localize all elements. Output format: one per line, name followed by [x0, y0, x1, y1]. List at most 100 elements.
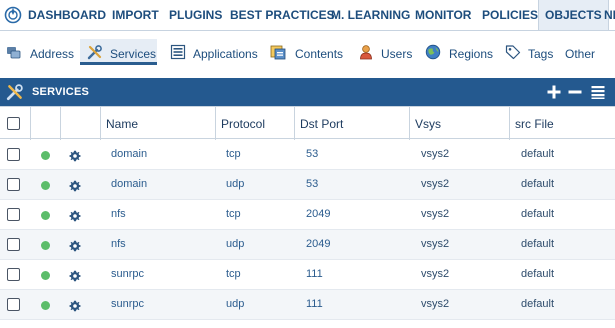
- tab-contents[interactable]: Contents: [270, 39, 344, 65]
- nav-best-practices[interactable]: BEST PRACTICES: [230, 8, 335, 22]
- select-all-checkbox[interactable]: [7, 117, 20, 130]
- status-enabled-indicator: [41, 301, 50, 310]
- column-header-protocol[interactable]: Protocol: [221, 117, 265, 131]
- status-enabled-indicator: [41, 271, 50, 280]
- tab-other-label: Other: [565, 47, 596, 61]
- cell-src-file: default: [521, 148, 555, 160]
- nav-plugins[interactable]: PLUGINS: [169, 8, 222, 22]
- nav-monitor[interactable]: MONITOR: [415, 8, 471, 22]
- tab-users[interactable]: Users: [358, 39, 413, 65]
- services-icon: [87, 45, 102, 60]
- cell-vsys: vsys2: [421, 268, 450, 280]
- column-divider: [294, 107, 295, 140]
- nav-import[interactable]: IMPORT: [112, 8, 159, 22]
- cell-src-file: default: [521, 268, 555, 280]
- cell-protocol: udp: [226, 298, 245, 310]
- row-checkbox[interactable]: [7, 268, 20, 281]
- cell-protocol: tcp: [226, 148, 241, 160]
- cell-src-file: default: [521, 178, 555, 190]
- table-row[interactable]: nfs udp 2049 vsys2 default: [0, 230, 615, 260]
- cell-name[interactable]: sunrpc: [111, 298, 144, 310]
- table-row[interactable]: nfs tcp 2049 vsys2 default: [0, 200, 615, 230]
- cell-name[interactable]: nfs: [111, 238, 126, 250]
- tab-users-label: Users: [381, 47, 413, 61]
- table-header: Name Protocol Dst Port Vsys src File: [0, 106, 615, 140]
- column-divider: [30, 107, 31, 140]
- tab-contents-label: Contents: [295, 47, 344, 61]
- tab-regions[interactable]: Regions: [425, 39, 494, 65]
- table-row[interactable]: domain tcp 53 vsys2 default: [0, 140, 615, 170]
- tab-address[interactable]: Address: [6, 39, 74, 65]
- cell-protocol: udp: [226, 178, 245, 190]
- table-row[interactable]: domain udp 53 vsys2 default: [0, 170, 615, 200]
- nav-dashboard[interactable]: DASHBOARD: [28, 8, 106, 22]
- tab-address-label: Address: [30, 47, 75, 61]
- cell-protocol: tcp: [226, 208, 241, 220]
- status-enabled-indicator: [41, 151, 50, 160]
- cell-name[interactable]: domain: [111, 178, 147, 190]
- column-header-vsys[interactable]: Vsys: [415, 117, 441, 131]
- table-row[interactable]: sunrpc tcp 111 vsys2 default: [0, 260, 615, 290]
- row-checkbox[interactable]: [7, 148, 20, 161]
- tab-regions-label: Regions: [449, 47, 494, 61]
- row-checkbox[interactable]: [7, 298, 20, 311]
- cell-name[interactable]: domain: [111, 148, 147, 160]
- nav-network-truncated[interactable]: NE: [604, 8, 615, 22]
- cell-vsys: vsys2: [421, 178, 450, 190]
- applications-icon: [170, 44, 186, 60]
- cell-name[interactable]: sunrpc: [111, 268, 144, 280]
- remove-icon[interactable]: [567, 84, 583, 100]
- cell-vsys: vsys2: [421, 148, 450, 160]
- add-icon[interactable]: [546, 84, 562, 100]
- cell-protocol: tcp: [226, 268, 241, 280]
- gear-icon[interactable]: [69, 270, 81, 282]
- cell-src-file: default: [521, 298, 555, 310]
- cell-vsys: vsys2: [421, 298, 450, 310]
- status-enabled-indicator: [41, 181, 50, 190]
- column-divider: [100, 107, 101, 140]
- gear-icon[interactable]: [69, 210, 81, 222]
- tags-icon: [505, 45, 521, 60]
- nav-objects[interactable]: OBJECTS: [538, 0, 609, 30]
- menu-icon[interactable]: [590, 84, 606, 100]
- column-divider: [409, 107, 410, 140]
- app-logo-icon[interactable]: [4, 6, 22, 24]
- gear-icon[interactable]: [69, 240, 81, 252]
- tab-applications[interactable]: Applications: [170, 39, 262, 65]
- services-icon: [6, 84, 23, 101]
- cell-dst-port: 111: [306, 298, 323, 310]
- tab-tags[interactable]: Tags: [505, 39, 553, 65]
- cell-vsys: vsys2: [421, 208, 450, 220]
- status-enabled-indicator: [41, 211, 50, 220]
- tab-other[interactable]: Other: [565, 39, 605, 65]
- gear-icon[interactable]: [69, 300, 81, 312]
- cell-dst-port: 111: [306, 268, 323, 280]
- address-icon: [7, 47, 21, 59]
- cell-dst-port: 53: [306, 148, 319, 160]
- cell-vsys: vsys2: [421, 238, 450, 250]
- cell-name[interactable]: nfs: [111, 208, 126, 220]
- nav-machine-learning[interactable]: M. LEARNING: [331, 8, 410, 22]
- column-divider: [509, 107, 510, 140]
- column-header-src-file[interactable]: src File: [515, 117, 554, 131]
- cell-dst-port: 53: [306, 178, 319, 190]
- column-divider: [60, 107, 61, 140]
- row-checkbox[interactable]: [7, 208, 20, 221]
- cell-src-file: default: [521, 238, 555, 250]
- tab-services[interactable]: Services: [80, 39, 157, 65]
- tab-services-label: Services: [110, 47, 157, 61]
- row-checkbox[interactable]: [7, 178, 20, 191]
- table-row[interactable]: sunrpc udp 111 vsys2 default: [0, 290, 615, 320]
- status-enabled-indicator: [41, 241, 50, 250]
- tab-tags-label: Tags: [528, 47, 554, 61]
- gear-icon[interactable]: [69, 180, 81, 192]
- column-header-name[interactable]: Name: [106, 117, 138, 131]
- column-header-dst-port[interactable]: Dst Port: [300, 117, 343, 131]
- nav-policies[interactable]: POLICIES: [482, 8, 538, 22]
- gear-icon[interactable]: [69, 150, 81, 162]
- cell-protocol: udp: [226, 238, 245, 250]
- users-icon: [360, 45, 372, 60]
- panel-title: SERVICES: [32, 86, 90, 98]
- row-checkbox[interactable]: [7, 238, 20, 251]
- top-navigation: DASHBOARD IMPORT PLUGINS BEST PRACTICES …: [0, 0, 615, 31]
